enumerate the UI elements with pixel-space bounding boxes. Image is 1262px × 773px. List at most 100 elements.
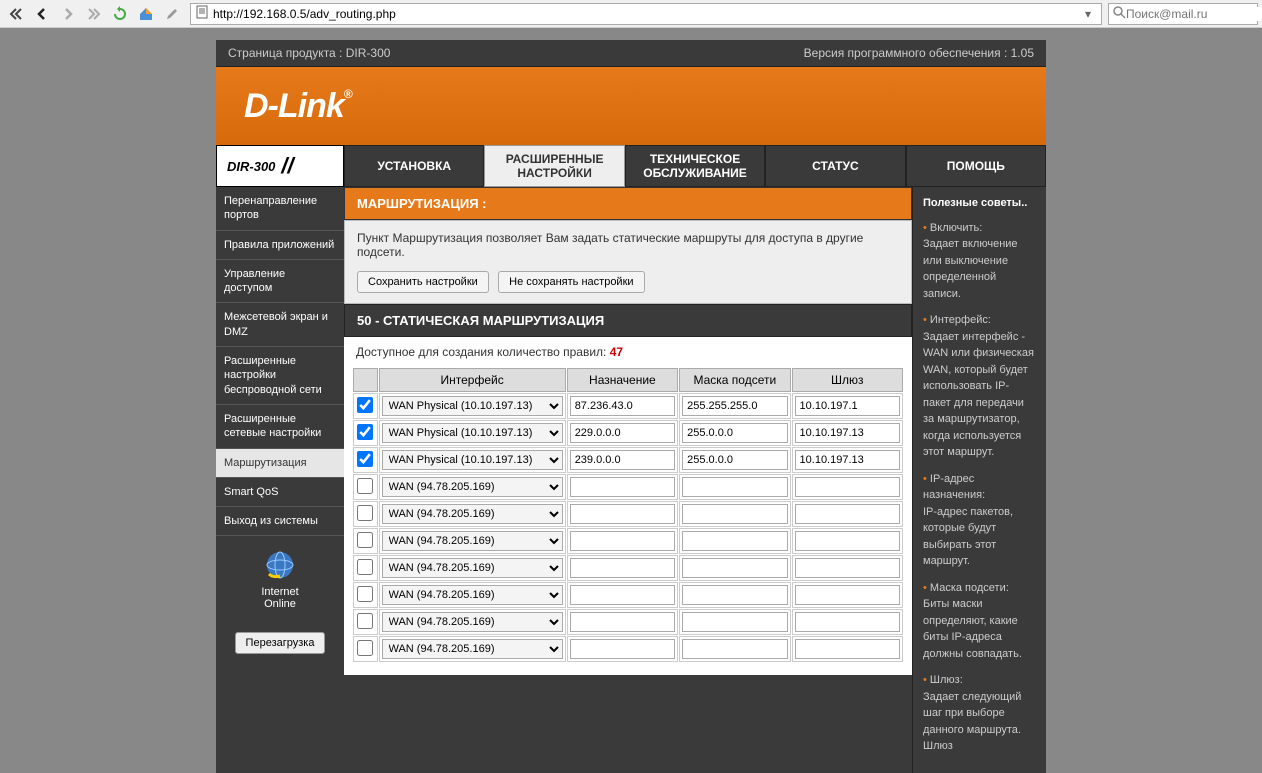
row-mask-input[interactable] xyxy=(682,612,787,632)
main-nav: DIR-300// УСТАНОВКАРАСШИРЕННЫЕ НАСТРОЙКИ… xyxy=(216,145,1046,187)
row-dest-input[interactable] xyxy=(570,450,675,470)
table-row: WAN Physical (10.10.197.13) xyxy=(353,420,903,446)
row-interface-select[interactable]: WAN (94.78.205.169) xyxy=(382,504,563,524)
edit-icon[interactable] xyxy=(160,3,184,25)
search-input[interactable] xyxy=(1126,7,1262,21)
row-enable-checkbox[interactable] xyxy=(357,613,373,629)
row-gw-input[interactable] xyxy=(795,585,900,605)
description-text: Пункт Маршрутизация позволяет Вам задать… xyxy=(357,231,899,259)
save-button[interactable]: Сохранить настройки xyxy=(357,271,489,293)
nav-forward-icon[interactable] xyxy=(56,3,80,25)
row-enable-checkbox[interactable] xyxy=(357,397,373,413)
row-dest-input[interactable] xyxy=(570,477,675,497)
row-enable-checkbox[interactable] xyxy=(357,532,373,548)
row-dest-input[interactable] xyxy=(570,639,675,659)
table-row: WAN (94.78.205.169) xyxy=(353,555,903,581)
row-mask-input[interactable] xyxy=(682,504,787,524)
page-icon xyxy=(195,5,209,22)
row-gw-input[interactable] xyxy=(795,639,900,659)
row-enable-checkbox[interactable] xyxy=(357,478,373,494)
table-row: WAN (94.78.205.169) xyxy=(353,528,903,554)
row-dest-input[interactable] xyxy=(570,423,675,443)
row-mask-input[interactable] xyxy=(682,423,787,443)
sidebar-item-5[interactable]: Расширенные сетевые настройки xyxy=(216,405,344,449)
sidebar-item-0[interactable]: Перенаправление портов xyxy=(216,187,344,231)
tip-item: • IP-адрес назначения:IP-адрес пакетов, … xyxy=(923,471,1036,570)
tip-item: • Интерфейс:Задает интерфейс - WAN или ф… xyxy=(923,312,1036,461)
row-enable-checkbox[interactable] xyxy=(357,451,373,467)
nav-tab-4[interactable]: ПОМОЩЬ xyxy=(906,145,1046,187)
row-gw-input[interactable] xyxy=(795,531,900,551)
row-dest-input[interactable] xyxy=(570,612,675,632)
row-interface-select[interactable]: WAN Physical (10.10.197.13) xyxy=(382,450,563,470)
row-dest-input[interactable] xyxy=(570,396,675,416)
col-interface: Интерфейс xyxy=(379,368,566,392)
row-interface-select[interactable]: WAN Physical (10.10.197.13) xyxy=(382,396,563,416)
reload-icon[interactable] xyxy=(108,3,132,25)
row-gw-input[interactable] xyxy=(795,423,900,443)
row-gw-input[interactable] xyxy=(795,396,900,416)
tips-panel: Полезные советы.. • Включить:Задает вклю… xyxy=(912,187,1046,773)
home-icon[interactable] xyxy=(134,3,158,25)
nav-tab-1[interactable]: РАСШИРЕННЫЕ НАСТРОЙКИ xyxy=(484,145,624,187)
reboot-button[interactable]: Перезагрузка xyxy=(235,632,326,654)
row-enable-checkbox[interactable] xyxy=(357,640,373,656)
tips-title: Полезные советы.. xyxy=(923,195,1036,212)
url-dropdown-icon[interactable]: ▾ xyxy=(1079,7,1097,21)
internet-line1: Internet xyxy=(228,586,332,598)
nav-back-icon[interactable] xyxy=(30,3,54,25)
nav-tab-3[interactable]: СТАТУС xyxy=(765,145,905,187)
sidebar-item-3[interactable]: Межсетевой экран и DMZ xyxy=(216,303,344,347)
browser-search xyxy=(1108,3,1258,25)
row-gw-input[interactable] xyxy=(795,477,900,497)
sidebar-item-4[interactable]: Расширенные настройки беспроводной сети xyxy=(216,347,344,405)
row-dest-input[interactable] xyxy=(570,585,675,605)
logo-banner: D-Link® xyxy=(216,67,1046,145)
row-mask-input[interactable] xyxy=(682,585,787,605)
nav-last-icon[interactable] xyxy=(82,3,106,25)
row-gw-input[interactable] xyxy=(795,450,900,470)
nav-first-icon[interactable] xyxy=(4,3,28,25)
sidebar-item-6[interactable]: Маршрутизация xyxy=(216,449,344,478)
sidebar-item-2[interactable]: Управление доступом xyxy=(216,260,344,304)
row-mask-input[interactable] xyxy=(682,477,787,497)
url-input[interactable] xyxy=(209,7,1079,21)
row-interface-select[interactable]: WAN (94.78.205.169) xyxy=(382,639,563,659)
sidebar-item-7[interactable]: Smart QoS xyxy=(216,478,344,507)
dont-save-button[interactable]: Не сохранять настройки xyxy=(498,271,644,293)
row-gw-input[interactable] xyxy=(795,504,900,524)
row-enable-checkbox[interactable] xyxy=(357,505,373,521)
tip-item: • Шлюз:Задает следующий шаг при выборе д… xyxy=(923,672,1036,755)
row-mask-input[interactable] xyxy=(682,450,787,470)
row-enable-checkbox[interactable] xyxy=(357,424,373,440)
product-page-label: Страница продукта : DIR-300 xyxy=(228,46,390,60)
row-interface-select[interactable]: WAN (94.78.205.169) xyxy=(382,585,563,605)
internet-line2: Online xyxy=(228,598,332,610)
model-badge: DIR-300// xyxy=(216,145,344,187)
row-dest-input[interactable] xyxy=(570,531,675,551)
row-mask-input[interactable] xyxy=(682,396,787,416)
row-gw-input[interactable] xyxy=(795,612,900,632)
row-interface-select[interactable]: WAN (94.78.205.169) xyxy=(382,558,563,578)
browser-toolbar: ▾ xyxy=(0,0,1262,28)
row-interface-select[interactable]: WAN Physical (10.10.197.13) xyxy=(382,423,563,443)
row-interface-select[interactable]: WAN (94.78.205.169) xyxy=(382,531,563,551)
nav-tab-0[interactable]: УСТАНОВКА xyxy=(344,145,484,187)
row-dest-input[interactable] xyxy=(570,558,675,578)
sidebar-item-1[interactable]: Правила приложений xyxy=(216,231,344,260)
row-dest-input[interactable] xyxy=(570,504,675,524)
row-enable-checkbox[interactable] xyxy=(357,559,373,575)
table-title: 50 - СТАТИЧЕСКАЯ МАРШРУТИЗАЦИЯ xyxy=(344,304,912,337)
description-box: Пункт Маршрутизация позволяет Вам задать… xyxy=(344,220,912,304)
row-mask-input[interactable] xyxy=(682,558,787,578)
row-gw-input[interactable] xyxy=(795,558,900,578)
row-mask-input[interactable] xyxy=(682,639,787,659)
row-enable-checkbox[interactable] xyxy=(357,586,373,602)
row-interface-select[interactable]: WAN (94.78.205.169) xyxy=(382,612,563,632)
row-interface-select[interactable]: WAN (94.78.205.169) xyxy=(382,477,563,497)
row-mask-input[interactable] xyxy=(682,531,787,551)
sidebar: Перенаправление портовПравила приложений… xyxy=(216,187,344,773)
sidebar-item-8[interactable]: Выход из системы xyxy=(216,507,344,536)
nav-tab-2[interactable]: ТЕХНИЧЕСКОЕ ОБСЛУЖИВАНИЕ xyxy=(625,145,765,187)
col-mask: Маска подсети xyxy=(679,368,790,392)
